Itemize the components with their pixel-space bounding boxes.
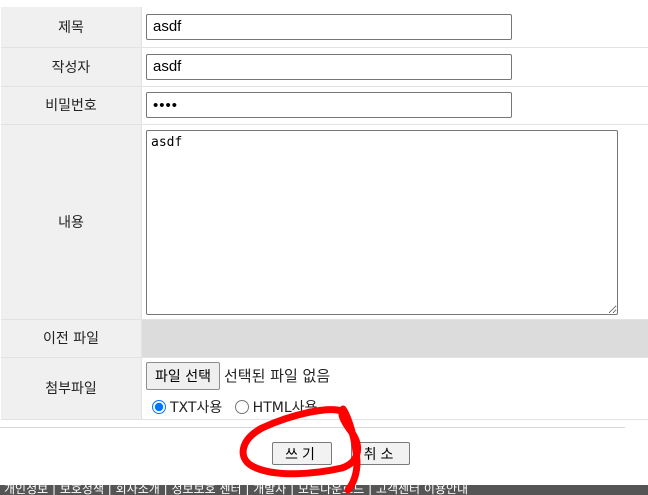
form-row-prev-file: 이전 파일 <box>1 319 648 358</box>
form-row-password: 비밀번호 <box>1 86 648 125</box>
format-radio-group: TXT사용 HTML사용 <box>152 397 648 417</box>
content-label: 내용 <box>1 124 142 320</box>
file-picker: 파일 선택 선택된 파일 없음 <box>146 360 648 390</box>
file-select-button[interactable]: 파일 선택 <box>146 361 220 390</box>
footer-bar: 개인정보 | 보호정책 | 회사소개 | 정보보호 센터 | 개발자 | 모든다… <box>0 485 648 495</box>
radio-html-label[interactable]: HTML사용 <box>253 400 318 416</box>
form-bottom-divider <box>0 427 625 428</box>
prev-file-value <box>141 319 648 358</box>
attach-label: 첨부파일 <box>1 357 142 420</box>
title-label: 제목 <box>1 7 142 48</box>
content-textarea[interactable]: asdf <box>146 129 618 315</box>
password-label: 비밀번호 <box>1 86 142 125</box>
footer-links: 개인정보 | 보호정책 | 회사소개 | 정보보호 센터 | 개발자 | 모든다… <box>4 485 469 495</box>
password-input[interactable] <box>146 92 512 118</box>
radio-txt-label[interactable]: TXT사용 <box>170 400 222 416</box>
form-row-content: 내용 asdf <box>1 124 648 320</box>
form-row-title: 제목 <box>1 7 648 48</box>
author-input[interactable] <box>146 53 512 80</box>
form-row-author: 작성자 <box>1 47 648 87</box>
write-page: 제목 작성자 비밀번호 내용 asdf 이전 파일 <box>0 0 648 495</box>
radio-txt[interactable] <box>152 399 166 414</box>
post-form: 제목 작성자 비밀번호 내용 asdf 이전 파일 <box>1 7 648 420</box>
prev-file-label: 이전 파일 <box>1 319 142 358</box>
form-row-attachment: 첨부파일 파일 선택 선택된 파일 없음 TXT사용 HTML사용 <box>1 357 648 420</box>
write-button[interactable]: 쓰기 <box>272 442 332 465</box>
title-input[interactable] <box>146 13 512 40</box>
file-status-text: 선택된 파일 없음 <box>223 367 331 385</box>
cancel-button[interactable]: 취소 <box>351 442 410 465</box>
author-label: 작성자 <box>1 47 142 87</box>
form-actions: 쓰기 취소 <box>0 442 648 468</box>
radio-html[interactable] <box>234 399 249 414</box>
